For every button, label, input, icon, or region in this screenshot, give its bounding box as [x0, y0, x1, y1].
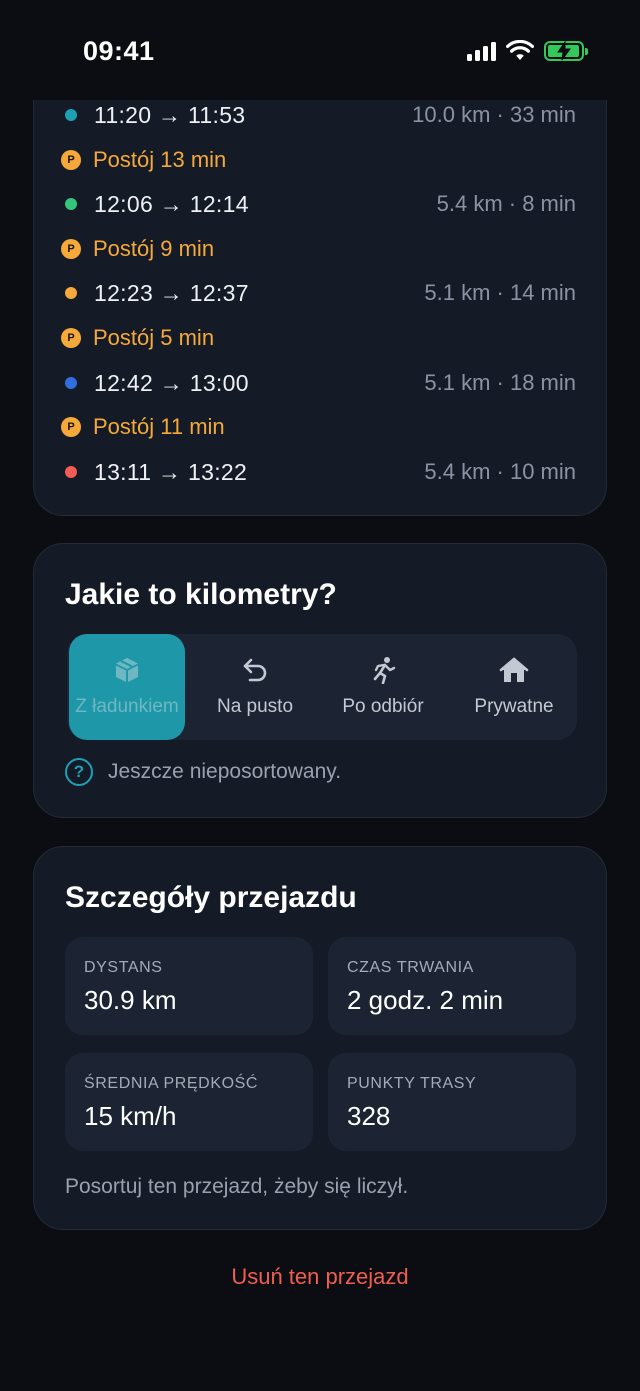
- segment-distance-duration: 5.1 km · 14 min: [424, 280, 576, 305]
- km-type-option-label: Po odbiór: [342, 696, 424, 717]
- parking-icon: P: [61, 150, 81, 170]
- stop-row: P Postój 9 min: [34, 229, 608, 269]
- km-type-option-label: Z ładunkiem: [75, 696, 179, 717]
- stop-row: P Postój 5 min: [34, 318, 608, 358]
- running-person-icon: [373, 657, 396, 684]
- status-bar: 09:41: [0, 0, 640, 100]
- stop-duration: Postój 13 min: [93, 147, 227, 172]
- km-type-option-private[interactable]: Prywatne: [453, 634, 575, 740]
- question-circle-icon: ?: [65, 758, 93, 786]
- segment-distance-duration: 5.4 km · 8 min: [436, 191, 576, 216]
- stat-duration: CZAS TRWANIA 2 godz. 2 min: [328, 937, 576, 1035]
- trip-segments-card: 11:20 → 11:53 10.0 km · 33 min P Postój 13 …: [33, 70, 607, 516]
- trip-segment-row: 12:23 → 12:37 5.1 km · 14 min: [34, 273, 608, 313]
- stop-duration: Postój 11 min: [93, 414, 225, 439]
- parking-icon: P: [61, 239, 81, 259]
- trip-segment-row: 12:06 → 12:14 5.4 km · 8 min: [34, 184, 608, 224]
- km-type-option-label: Prywatne: [474, 696, 554, 717]
- stat-distance: DYSTANS 30.9 km: [65, 937, 313, 1035]
- package-icon: [116, 658, 138, 682]
- stat-value: 30.9 km: [84, 985, 177, 1015]
- wifi-icon: [506, 40, 534, 60]
- status-icons: [467, 40, 588, 61]
- km-type-title: Jakie to kilometry?: [65, 578, 337, 611]
- parking-icon: P: [61, 417, 81, 437]
- house-icon: [499, 657, 529, 682]
- stat-average-speed: ŚREDNIA PRĘDKOŚĆ 15 km/h: [65, 1053, 313, 1151]
- stat-label: ŚREDNIA PRĘDKOŚĆ: [84, 1075, 259, 1092]
- segment-distance-duration: 10.0 km · 33 min: [412, 102, 576, 127]
- stat-route-points: PUNKTY TRASY 328: [328, 1053, 576, 1151]
- return-arrow-icon: [243, 658, 267, 682]
- km-type-option-loaded[interactable]: Z ładunkiem: [69, 634, 185, 740]
- sort-hint: ? Jeszcze nieposortowany.: [65, 758, 341, 786]
- km-type-option-label: Na pusto: [216, 696, 294, 717]
- segment-time-range: 12:06 → 12:14: [94, 190, 249, 217]
- cellular-signal-icon: [467, 41, 496, 61]
- trip-details-card: Szczegóły przejazdu DYSTANS 30.9 km CZAS…: [33, 846, 607, 1230]
- stop-duration: Postój 9 min: [93, 236, 215, 261]
- trip-segment-row: 11:20 → 11:53 10.0 km · 33 min: [34, 95, 608, 135]
- segment-color-dot: [65, 109, 77, 121]
- segment-color-dot: [65, 287, 77, 299]
- km-type-option-empty[interactable]: Na pusto: [197, 634, 313, 740]
- sort-hint-text: Jeszcze nieposortowany.: [108, 760, 342, 783]
- stat-value: 328: [347, 1101, 391, 1131]
- delete-trip-button[interactable]: Usuń ten przejazd: [0, 1264, 640, 1290]
- stop-row: P Postój 13 min: [34, 140, 608, 180]
- parking-icon: P: [61, 328, 81, 348]
- trip-segment-row: 12:42 → 13:00 5.1 km · 18 min: [34, 363, 608, 403]
- segment-color-dot: [65, 198, 77, 210]
- stop-duration: Postój 5 min: [93, 325, 215, 350]
- trip-details-title: Szczegóły przejazdu: [65, 881, 357, 914]
- segment-time-range: 13:11 → 13:22: [94, 458, 248, 485]
- stat-label: DYSTANS: [84, 959, 163, 976]
- segment-distance-duration: 5.1 km · 18 min: [424, 370, 576, 395]
- battery-icon: [544, 40, 588, 61]
- trip-segment-row: 13:11 → 13:22 5.4 km · 10 min: [34, 452, 608, 492]
- details-note: Posortuj ten przejazd, żeby się liczył.: [65, 1175, 409, 1198]
- segment-time-range: 12:23 → 12:37: [94, 279, 249, 306]
- segment-time-range: 12:42 → 13:00: [94, 369, 249, 396]
- stat-label: PUNKTY TRASY: [347, 1075, 477, 1092]
- segment-distance-duration: 5.4 km · 10 min: [424, 459, 576, 484]
- charging-bolt-icon: [557, 40, 571, 60]
- km-type-card: Jakie to kilometry? Z ładunkiem Na pusto: [33, 543, 607, 818]
- stat-value: 15 km/h: [84, 1101, 177, 1131]
- segment-color-dot: [65, 466, 77, 478]
- segment-time-range: 11:20 → 11:53: [94, 101, 246, 128]
- stat-value: 2 godz. 2 min: [347, 985, 504, 1015]
- km-type-segmented-control: Z ładunkiem Na pusto Po odbiór Prywatne: [67, 634, 577, 740]
- segment-color-dot: [65, 377, 77, 389]
- km-type-option-pickup[interactable]: Po odbiór: [325, 634, 441, 740]
- stop-row: P Postój 11 min: [34, 407, 608, 447]
- stat-label: CZAS TRWANIA: [347, 959, 474, 976]
- status-time: 09:41: [83, 36, 155, 66]
- screen: 09:41 11:20 → 11:53 10.0 km · 33 min P Post…: [0, 0, 640, 1391]
